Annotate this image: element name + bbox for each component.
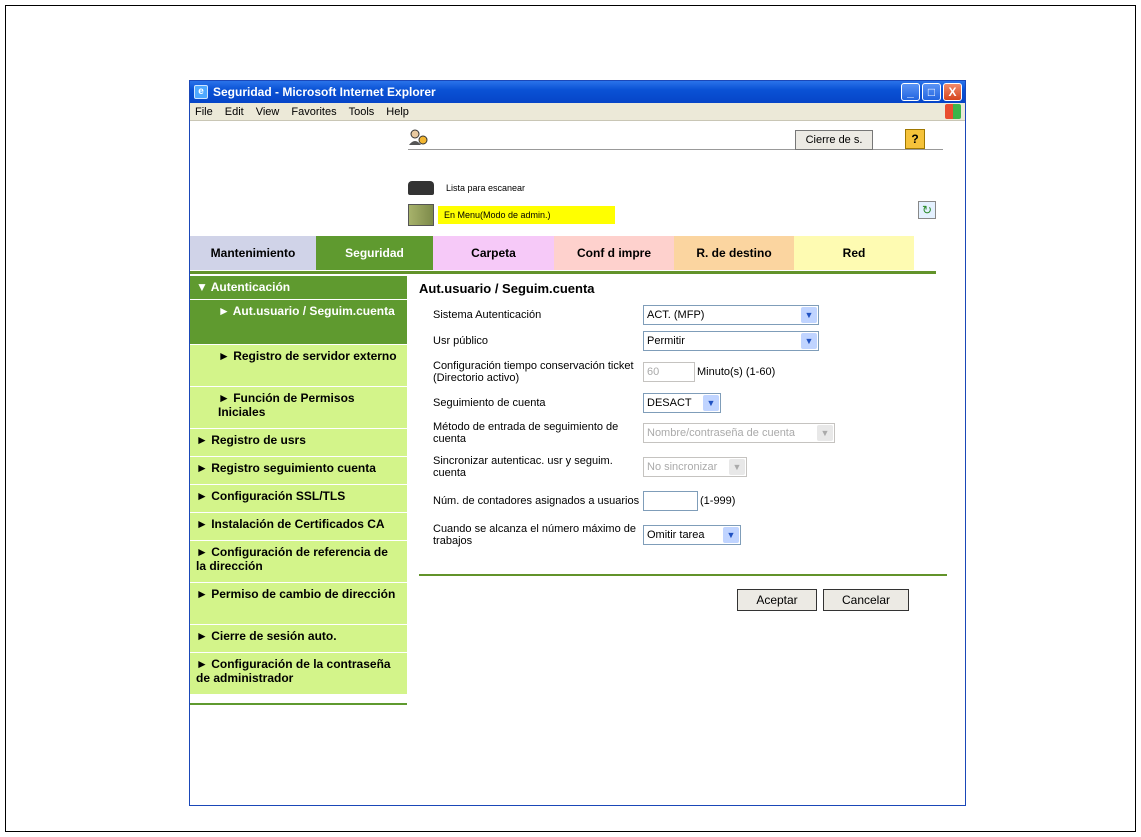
browser-window: e Seguridad - Microsoft Internet Explore… bbox=[189, 80, 966, 806]
form-divider bbox=[419, 574, 947, 576]
auth-system-label: Sistema Autenticación bbox=[433, 309, 542, 321]
window-title: Seguridad - Microsoft Internet Explorer bbox=[213, 85, 436, 99]
sync-select[interactable]: No sincronizar ▼ bbox=[643, 457, 747, 477]
sidebar-item-registro-usrs[interactable]: ► Registro de usrs bbox=[190, 429, 407, 457]
main-panel: Aut.usuario / Seguim.cuenta Sistema Aute… bbox=[419, 281, 919, 552]
field-auth-system: Sistema Autenticación ACT. (MFP) ▼ bbox=[419, 302, 919, 328]
public-user-select[interactable]: Permitir ▼ bbox=[643, 331, 819, 351]
chevron-down-icon: ▼ bbox=[801, 307, 817, 323]
tab-conf-impre[interactable]: Conf d impre bbox=[554, 236, 674, 270]
scan-status: Lista para escanear bbox=[408, 181, 525, 195]
header-area: Cierre de s. ? Lista para escanear En Me… bbox=[190, 121, 965, 236]
sidebar-item-certificados-ca[interactable]: ► Instalación de Certificados CA bbox=[190, 513, 407, 541]
chevron-down-icon: ▼ bbox=[703, 395, 719, 411]
printer-icon bbox=[408, 181, 434, 195]
sidebar-item-ssl-tls[interactable]: ► Configuración SSL/TLS bbox=[190, 485, 407, 513]
ie-icon: e bbox=[194, 85, 208, 99]
tab-carpeta[interactable]: Carpeta bbox=[433, 236, 554, 270]
user-icon bbox=[409, 129, 428, 145]
chevron-down-icon: ▼ bbox=[817, 425, 833, 441]
field-counters: Núm. de contadores asignados a usuarios … bbox=[419, 484, 919, 518]
account-method-label: Método de entrada de seguimiento de cuen… bbox=[433, 421, 619, 445]
admin-status-text: En Menu(Modo de admin.) bbox=[438, 206, 615, 224]
menu-tools[interactable]: Tools bbox=[349, 106, 375, 118]
menu-edit[interactable]: Edit bbox=[225, 106, 244, 118]
menu-favorites[interactable]: Favorites bbox=[291, 106, 336, 118]
counters-label: Núm. de contadores asignados a usuarios bbox=[433, 495, 640, 507]
minimize-button[interactable]: _ bbox=[901, 83, 920, 101]
max-jobs-select[interactable]: Omitir tarea ▼ bbox=[643, 525, 741, 545]
sidebar-item-permisos-iniciales[interactable]: ► Función de Permisos Iniciales bbox=[190, 387, 407, 429]
sidebar-item-referencia-direccion[interactable]: ► Configuración de referencia de la dire… bbox=[190, 541, 407, 583]
counters-input[interactable] bbox=[643, 491, 698, 511]
field-account-track: Seguimiento de cuenta DESACT ▼ bbox=[419, 390, 919, 416]
account-track-select[interactable]: DESACT ▼ bbox=[643, 393, 721, 413]
menu-file[interactable]: File bbox=[195, 106, 213, 118]
sidebar-bottom-line bbox=[190, 695, 407, 705]
maximize-button[interactable]: □ bbox=[922, 83, 941, 101]
ticket-time-label: Configuración tiempo conservación ticket… bbox=[433, 360, 634, 384]
cancel-button[interactable]: Cancelar bbox=[823, 589, 909, 611]
admin-mode-icon bbox=[408, 204, 434, 226]
tab-bar: Mantenimiento Seguridad Carpeta Conf d i… bbox=[190, 236, 936, 270]
sidebar-section-autenticacion[interactable]: ▼ Autenticación bbox=[190, 276, 407, 300]
chevron-down-icon: ▼ bbox=[729, 459, 745, 475]
counters-unit: (1-999) bbox=[700, 495, 736, 507]
help-icon[interactable]: ? bbox=[905, 129, 925, 149]
account-method-select[interactable]: Nombre/contraseña de cuenta ▼ bbox=[643, 423, 835, 443]
sidebar: ▼ Autenticación ► Aut.usuario / Seguim.c… bbox=[190, 276, 407, 705]
chevron-down-icon: ▼ bbox=[801, 333, 817, 349]
ticket-time-unit: Minuto(s) (1-60) bbox=[697, 366, 776, 378]
refresh-icon[interactable]: ↻ bbox=[918, 201, 936, 219]
tab-destino[interactable]: R. de destino bbox=[674, 236, 794, 270]
menu-help[interactable]: Help bbox=[386, 106, 409, 118]
tab-seguridad[interactable]: Seguridad bbox=[316, 236, 433, 270]
title-bar: e Seguridad - Microsoft Internet Explore… bbox=[190, 81, 965, 103]
tab-red[interactable]: Red bbox=[794, 236, 914, 270]
menu-bar: File Edit View Favorites Tools Help bbox=[190, 103, 965, 121]
logout-button[interactable]: Cierre de s. bbox=[795, 130, 873, 150]
sidebar-item-aut-usuario[interactable]: ► Aut.usuario / Seguim.cuenta bbox=[190, 300, 407, 345]
accept-button[interactable]: Aceptar bbox=[737, 589, 817, 611]
ticket-time-input[interactable]: 60 bbox=[643, 362, 695, 382]
field-public-user: Usr público Permitir ▼ bbox=[419, 328, 919, 354]
sync-label: Sincronizar autenticac. usr y seguim. cu… bbox=[433, 455, 613, 479]
field-max-jobs: Cuando se alcanza el número máximo de tr… bbox=[419, 518, 919, 552]
public-user-label: Usr público bbox=[433, 335, 489, 347]
sidebar-item-contrasena-admin[interactable]: ► Configuración de la contraseña de admi… bbox=[190, 653, 407, 695]
scan-status-text: Lista para escanear bbox=[446, 183, 526, 193]
field-account-method: Método de entrada de seguimiento de cuen… bbox=[419, 416, 919, 450]
sidebar-item-registro-cuenta[interactable]: ► Registro seguimiento cuenta bbox=[190, 457, 407, 485]
tab-mantenimiento[interactable]: Mantenimiento bbox=[190, 236, 316, 270]
field-ticket-time: Configuración tiempo conservación ticket… bbox=[419, 354, 919, 390]
admin-status: En Menu(Modo de admin.) bbox=[408, 204, 615, 226]
menu-view[interactable]: View bbox=[256, 106, 280, 118]
auth-system-select[interactable]: ACT. (MFP) ▼ bbox=[643, 305, 819, 325]
sidebar-item-servidor-externo[interactable]: ► Registro de servidor externo bbox=[190, 345, 407, 387]
page-content: Cierre de s. ? Lista para escanear En Me… bbox=[190, 121, 965, 805]
windows-logo-icon bbox=[945, 104, 961, 119]
account-track-label: Seguimiento de cuenta bbox=[433, 397, 546, 409]
field-sync: Sincronizar autenticac. usr y seguim. cu… bbox=[419, 450, 919, 484]
max-jobs-label: Cuando se alcanza el número máximo de tr… bbox=[433, 523, 637, 547]
tab-underline bbox=[190, 271, 936, 274]
sidebar-item-cierre-sesion[interactable]: ► Cierre de sesión auto. bbox=[190, 625, 407, 653]
sidebar-item-cambio-direccion[interactable]: ► Permiso de cambio de dirección bbox=[190, 583, 407, 625]
page-title: Aut.usuario / Seguim.cuenta bbox=[419, 281, 595, 296]
close-button[interactable]: X bbox=[943, 83, 962, 101]
chevron-down-icon: ▼ bbox=[723, 527, 739, 543]
